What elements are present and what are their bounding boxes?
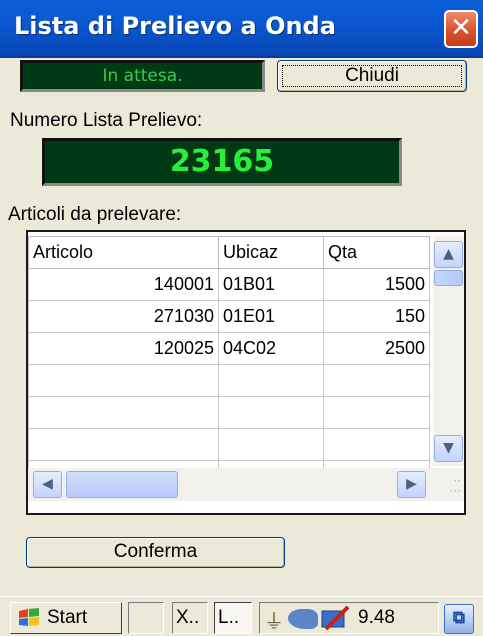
scroll-right-icon[interactable]: ▶: [397, 471, 426, 498]
power-plug-icon[interactable]: ⏚: [264, 607, 284, 636]
cell-qta: 1500: [323, 268, 430, 301]
column-header-qta[interactable]: Qta: [323, 236, 430, 269]
vertical-scroll-thumb[interactable]: [434, 270, 463, 286]
pen-input-icon[interactable]: [320, 605, 352, 631]
status-display: In attesa.: [20, 60, 265, 92]
items-to-pick-label: Articoli da prelevare:: [8, 204, 182, 225]
input-method-icon[interactable]: ⧉: [444, 604, 474, 634]
confirm-button[interactable]: Conferma: [26, 537, 285, 568]
resize-grip-icon: ·· ···: [433, 468, 464, 501]
vertical-scrollbar[interactable]: ▲ ▼: [433, 236, 464, 466]
table-header-row: Articolo Ubicaz Qta: [28, 236, 430, 269]
column-header-ubicaz[interactable]: Ubicaz: [218, 236, 324, 269]
start-button[interactable]: Start: [10, 602, 122, 634]
taskbar-task-x[interactable]: X..: [172, 602, 208, 634]
cell-ubicaz: 01B01: [218, 268, 324, 301]
list-number-display: 23165: [42, 138, 402, 186]
horizontal-scroll-thumb[interactable]: [66, 471, 178, 498]
cell-ubicaz: 01E01: [218, 300, 324, 333]
items-grid[interactable]: Articolo Ubicaz Qta 140001 01B01 1500 27…: [26, 230, 466, 515]
list-number-label: Numero Lista Prelievo:: [10, 110, 203, 131]
cell-ubicaz: 04C02: [218, 332, 324, 365]
scroll-down-icon[interactable]: ▼: [434, 435, 463, 462]
close-button[interactable]: Chiudi: [277, 60, 467, 92]
table-row[interactable]: 271030 01E01 150: [28, 300, 430, 333]
cell-articolo: 120025: [28, 332, 219, 365]
taskbar: Start X.. L.. ⏚ 9.48 ⧉: [0, 596, 483, 636]
cell-qta: 150: [323, 300, 430, 333]
taskbar-task-l[interactable]: L..: [214, 602, 252, 634]
system-tray: ⏚ 9.48: [259, 602, 439, 634]
table-row[interactable]: 120025 04C02 2500: [28, 332, 430, 365]
cell-articolo: 271030: [28, 300, 219, 333]
window-title: Lista di Prelievo a Onda: [14, 12, 336, 40]
table-row-empty: [28, 396, 430, 429]
table-row-empty: [28, 428, 430, 461]
cell-qta: 2500: [323, 332, 430, 365]
close-icon[interactable]: ✕: [444, 10, 478, 48]
windows-flag-icon: [19, 608, 39, 626]
taskbar-slot[interactable]: [128, 602, 164, 634]
start-label: Start: [47, 607, 88, 628]
table-row[interactable]: 140001 01B01 1500: [28, 268, 430, 301]
network-icon[interactable]: [288, 609, 318, 629]
clock[interactable]: 9.48: [358, 607, 395, 628]
horizontal-scrollbar[interactable]: ◀ ▶: [28, 468, 433, 501]
title-bar: Lista di Prelievo a Onda ✕: [0, 0, 483, 58]
scroll-up-icon[interactable]: ▲: [434, 241, 463, 268]
table-row-empty: [28, 364, 430, 397]
cell-articolo: 140001: [28, 268, 219, 301]
focus-rectangle: [282, 65, 462, 87]
column-header-articolo[interactable]: Articolo: [28, 236, 219, 269]
scroll-left-icon[interactable]: ◀: [33, 471, 62, 498]
items-table: Articolo Ubicaz Qta 140001 01B01 1500 27…: [28, 236, 430, 493]
